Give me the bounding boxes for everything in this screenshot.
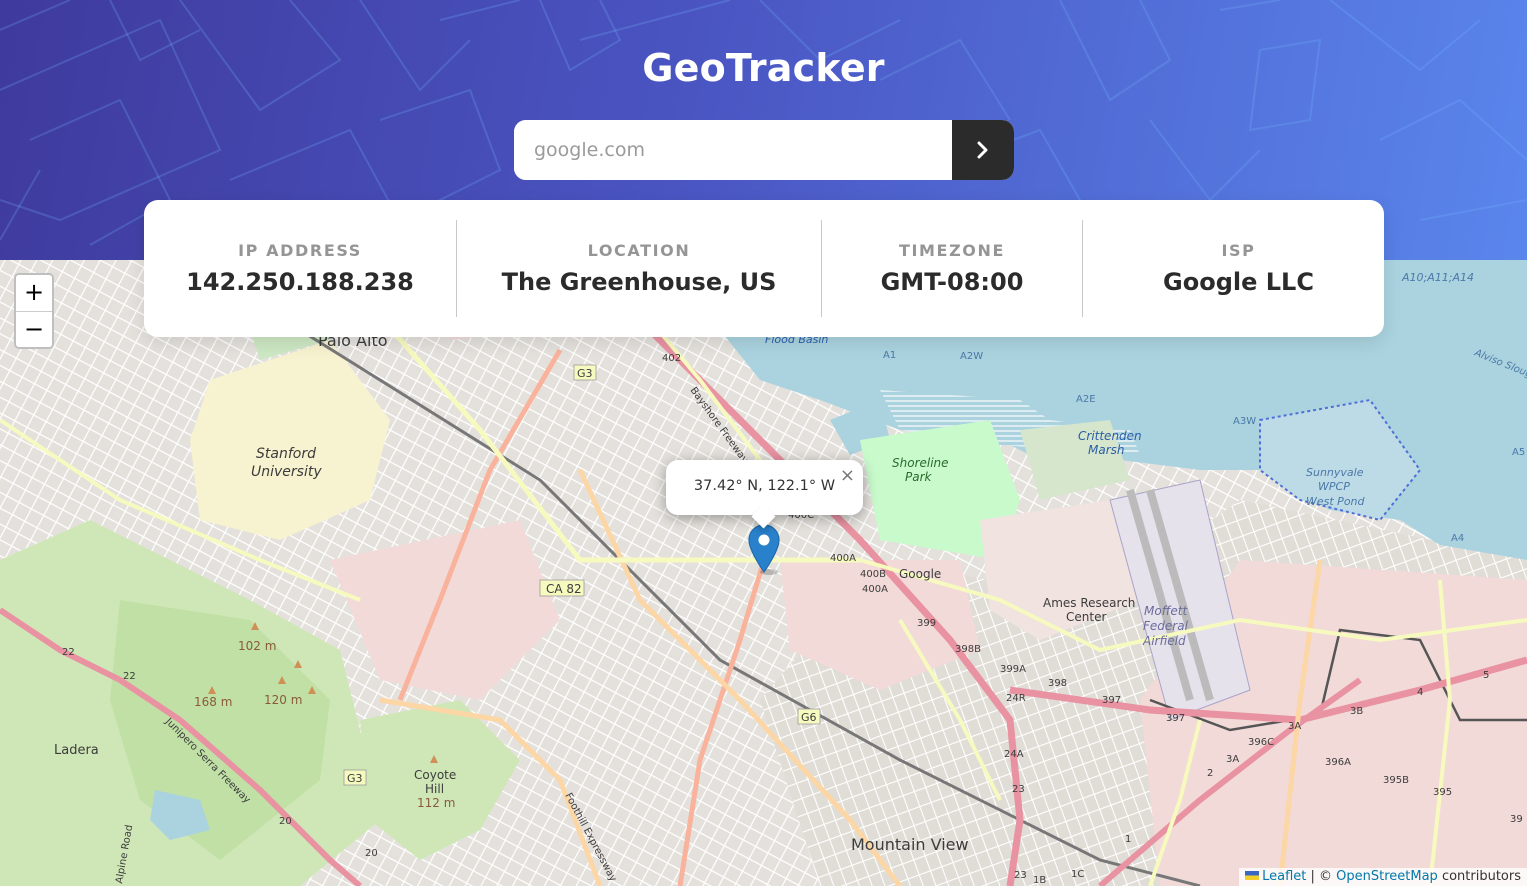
map-label-395b: 395B <box>1383 775 1409 786</box>
map-label-22-a: 22 <box>62 647 75 658</box>
map-label-4: 4 <box>1417 687 1423 698</box>
location-section: LOCATION The Greenhouse, US <box>457 200 821 337</box>
map-label-a2w: A2W <box>960 351 983 362</box>
location-value: The Greenhouse, US <box>501 268 777 296</box>
map-label-sunnyvale-west-pond: West Pond <box>1306 495 1366 508</box>
map-label-g3-bottom: G3 <box>347 772 363 785</box>
map-label-400a-2: 400A <box>862 584 888 595</box>
map-label-a1: A1 <box>883 350 896 361</box>
map-label-397: 397 <box>1102 695 1121 706</box>
map-label-peak-102: 102 m <box>238 639 276 653</box>
isp-section: ISP Google LLC <box>1083 200 1394 337</box>
map-label-coyote: Coyote <box>414 768 456 782</box>
ip-address-label: IP ADDRESS <box>238 241 362 260</box>
map-label-1b: 1B <box>1033 875 1046 886</box>
map-label-5: 5 <box>1483 670 1489 681</box>
map-label-396c: 396C <box>1248 737 1274 748</box>
map-label-20-b: 20 <box>365 848 378 859</box>
ip-info-card: IP ADDRESS 142.250.188.238 LOCATION The … <box>144 200 1384 337</box>
popup-coordinates: 37.42° N, 122.1° W <box>693 478 836 494</box>
map-label-24r: 24R <box>1006 693 1026 704</box>
map-label-396a: 396A <box>1325 757 1351 768</box>
map-label-mountain-view: Mountain View <box>851 835 969 854</box>
map-marker-icon[interactable] <box>747 524 781 576</box>
timezone-section: TIMEZONE GMT-08:00 <box>822 200 1082 337</box>
map-label-1c: 1C <box>1071 869 1084 880</box>
map-label-ames-center: Center <box>1066 610 1106 624</box>
map-label-ca82: CA 82 <box>546 582 582 596</box>
map-label-google: Google <box>899 567 941 581</box>
map-label-stanford-university: University <box>251 464 322 480</box>
map-label-39: 39 <box>1510 814 1523 825</box>
map-label-crittenden: Crittenden <box>1078 429 1142 443</box>
map-label-2: 2 <box>1207 768 1213 779</box>
map-label-22-b: 22 <box>123 671 136 682</box>
leaflet-link[interactable]: Leaflet <box>1262 869 1306 884</box>
map-label-400a: 400A <box>830 553 856 564</box>
map-label-stanford: Stanford <box>256 446 316 462</box>
map-label-peak-120: 120 m <box>264 693 302 707</box>
map-label-397-b: 397 <box>1166 713 1185 724</box>
map-label-23: 23 <box>1012 784 1025 795</box>
isp-label: ISP <box>1221 241 1256 260</box>
search-bar <box>514 120 1014 180</box>
map-label-a4: A4 <box>1451 533 1464 544</box>
app-title: GeoTracker <box>642 46 885 90</box>
map-label-24a: 24A <box>1004 749 1024 760</box>
map-label-398b: 398B <box>955 644 981 655</box>
map-label-20-a: 20 <box>279 816 292 827</box>
map-label-3a: 3A <box>1288 721 1301 732</box>
map-label-23-b: 23 <box>1014 870 1027 881</box>
ip-address-section: IP ADDRESS 142.250.188.238 <box>144 200 456 337</box>
zoom-control: + − <box>14 273 54 349</box>
zoom-out-button[interactable]: − <box>16 311 52 347</box>
attribution-separator: | © <box>1306 869 1337 884</box>
attribution-contributors: contributors <box>1437 869 1521 884</box>
timezone-label: TIMEZONE <box>898 241 1006 260</box>
popup-close-icon[interactable]: × <box>840 465 855 486</box>
map-label-a5: A5 <box>1512 447 1525 458</box>
map-label-g3-top: G3 <box>577 367 593 380</box>
map-label-shoreline-park: Park <box>905 470 933 484</box>
map-label-ladera: Ladera <box>54 743 99 758</box>
openstreetmap-link[interactable]: OpenStreetMap <box>1336 869 1438 884</box>
ip-address-value: 142.250.188.238 <box>186 268 414 296</box>
map-label-shoreline: Shoreline <box>892 456 949 470</box>
map-label-crittenden-marsh: Marsh <box>1088 443 1125 457</box>
map-label-sunnyvale-wpcp: WPCP <box>1318 480 1350 493</box>
map-label-399: 399 <box>917 618 936 629</box>
location-label: LOCATION <box>587 241 691 260</box>
map-label-g6: G6 <box>801 711 817 724</box>
map-label-3b: 3B <box>1350 706 1363 717</box>
map-label-peak-168: 168 m <box>194 695 232 709</box>
map-label-395: 395 <box>1433 787 1452 798</box>
search-input[interactable] <box>514 120 952 180</box>
map-label-399a: 399A <box>1000 664 1026 675</box>
map-label-a2e: A2E <box>1076 394 1096 405</box>
map-label-402: 402 <box>662 353 681 364</box>
map-label-moffett-airfield: Airfield <box>1142 634 1186 648</box>
map-label-moffett: Moffett <box>1144 604 1188 618</box>
map-label-sunnyvale: Sunnyvale <box>1306 466 1364 479</box>
map-label-coyote-hill: Hill <box>425 782 444 796</box>
location-popup: 37.42° N, 122.1° W × <box>666 460 863 529</box>
zoom-in-button[interactable]: + <box>16 275 52 311</box>
map-label-a3w: A3W <box>1233 416 1256 427</box>
map-label-coyote-elevation: 112 m <box>417 796 455 810</box>
isp-value: Google LLC <box>1163 268 1314 296</box>
chevron-right-icon <box>977 141 988 159</box>
map-label-ames: Ames Research <box>1043 596 1135 610</box>
timezone-value: GMT-08:00 <box>880 268 1024 296</box>
map-label-moffett-federal: Federal <box>1143 619 1189 633</box>
map-label-1: 1 <box>1125 834 1131 845</box>
search-submit-button[interactable] <box>952 120 1014 180</box>
map-label-3a-2: 3A <box>1226 754 1239 765</box>
map-label-a10: A10;A11;A14 <box>1401 271 1474 284</box>
map-label-400b: 400B <box>860 569 886 580</box>
map-attribution: Leaflet | © OpenStreetMap contributors <box>1239 868 1527 886</box>
ukraine-flag-icon <box>1245 871 1260 880</box>
map-label-398: 398 <box>1048 678 1067 689</box>
